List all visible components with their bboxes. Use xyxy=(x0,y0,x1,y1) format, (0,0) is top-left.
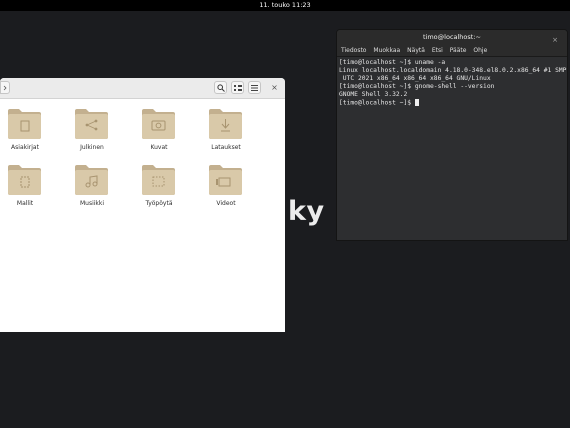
terminal-prompt-line: [timo@localhost ~]$ xyxy=(339,99,415,107)
menu-ohje[interactable]: Ohje xyxy=(473,47,487,54)
terminal-line: Linux localhost.localdomain 4.18.0-348.e… xyxy=(339,67,567,74)
terminal-menubar: Tiedosto Muokkaa Näytä Etsi Pääte Ohje xyxy=(337,45,567,57)
music-folder-icon xyxy=(75,165,108,195)
grid-view-icon xyxy=(233,84,242,91)
template-folder-icon xyxy=(8,165,41,195)
menu-paate[interactable]: Pääte xyxy=(450,47,467,54)
top-bar: 11. touko 11:23 xyxy=(0,0,570,11)
chevron-right-icon xyxy=(3,85,7,90)
menu-button[interactable] xyxy=(248,81,261,94)
hamburger-menu-icon xyxy=(251,84,258,91)
terminal-titlebar[interactable]: timo@localhost:~ × xyxy=(337,30,567,45)
folder-label: Työpöytä xyxy=(145,200,173,207)
terminal-window[interactable]: timo@localhost:~ × Tiedosto Muokkaa Näyt… xyxy=(336,29,568,241)
close-button[interactable]: × xyxy=(268,81,281,94)
terminal-line: [timo@localhost ~]$ uname -a xyxy=(339,59,446,66)
terminal-close-button[interactable]: × xyxy=(552,33,558,48)
menu-muokkaa[interactable]: Muokkaa xyxy=(373,47,400,54)
folder-label: Videot xyxy=(216,200,236,207)
document-folder-icon xyxy=(8,109,41,139)
terminal-line: UTC 2021 x86_64 x86_64 x86_64 GNU/Linux xyxy=(339,75,491,82)
clock[interactable]: 11. touko 11:23 xyxy=(259,1,310,9)
terminal-line: GNOME Shell 3.32.2 xyxy=(339,91,408,98)
logo-bold-text: ky xyxy=(288,196,325,227)
folder-label: Musiikki xyxy=(79,200,105,207)
video-folder-icon xyxy=(209,165,242,195)
path-bar-button[interactable] xyxy=(0,81,10,94)
folder-label: Kuvat xyxy=(150,144,168,151)
folder-label: Mallit xyxy=(16,200,34,207)
download-folder-icon xyxy=(209,109,242,139)
folder-label: Lataukset xyxy=(211,144,241,151)
file-manager-header: × xyxy=(0,78,285,99)
search-button[interactable] xyxy=(214,81,227,94)
menu-tiedosto[interactable]: Tiedosto xyxy=(341,47,366,54)
menu-nayta[interactable]: Näytä xyxy=(407,47,425,54)
camera-folder-icon xyxy=(142,109,175,139)
search-icon xyxy=(216,83,225,92)
desktop-folder-icon xyxy=(142,165,175,195)
share-folder-icon xyxy=(75,109,108,139)
folder-label: Julkinen xyxy=(80,144,104,151)
terminal-line: [timo@localhost ~]$ gnome-shell --versio… xyxy=(339,83,495,90)
terminal-cursor xyxy=(414,99,419,106)
folder-label: Asiakirjat xyxy=(11,144,39,151)
view-options-button[interactable] xyxy=(231,81,244,94)
file-manager-window[interactable]: × Asiakirjat Julkinen Kuvat Lataukset Ma… xyxy=(0,78,285,332)
terminal-output[interactable]: [timo@localhost ~]$ uname -a Linux local… xyxy=(337,57,567,240)
menu-etsi[interactable]: Etsi xyxy=(432,47,443,54)
terminal-title: timo@localhost:~ xyxy=(423,33,481,41)
